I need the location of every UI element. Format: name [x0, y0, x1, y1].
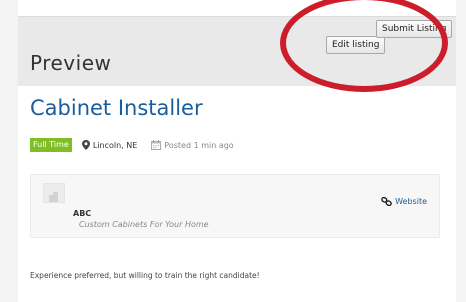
job-title: Cabinet Installer [30, 96, 203, 120]
page: Preview Edit listing Submit Listing Cabi… [0, 0, 466, 302]
job-location: Lincoln, NE [81, 140, 138, 150]
company-name: ABC [73, 209, 92, 218]
page-title: Preview [30, 51, 112, 75]
map-pin-icon [81, 140, 90, 150]
job-posted: Posted 1 min ago [151, 140, 234, 150]
preview-header: Preview Edit listing Submit Listing [18, 16, 456, 88]
company-logo [43, 183, 65, 203]
link-icon [381, 197, 392, 206]
submit-listing-button[interactable]: Submit Listing [376, 20, 453, 38]
building-icon [49, 192, 58, 202]
website-link-label: Website [395, 197, 427, 206]
left-rail [0, 0, 18, 302]
right-rail [456, 0, 466, 302]
job-location-text: Lincoln, NE [92, 140, 138, 150]
company-box: ABC Custom Cabinets For Your Home Websit… [30, 174, 440, 238]
job-type-badge: Full Time [30, 138, 72, 152]
calendar-icon [151, 140, 162, 150]
edit-listing-button[interactable]: Edit listing [326, 36, 386, 54]
job-posted-text: Posted 1 min ago [164, 140, 234, 150]
job-meta: Full Time Lincoln, NE Posted 1 min ago [30, 138, 234, 152]
website-link[interactable]: Website [381, 197, 427, 206]
company-tagline: Custom Cabinets For Your Home [79, 220, 209, 229]
listing-preview: Cabinet Installer Full Time Lincoln, NE [18, 86, 456, 302]
job-description: Experience preferred, but willing to tra… [30, 271, 260, 280]
